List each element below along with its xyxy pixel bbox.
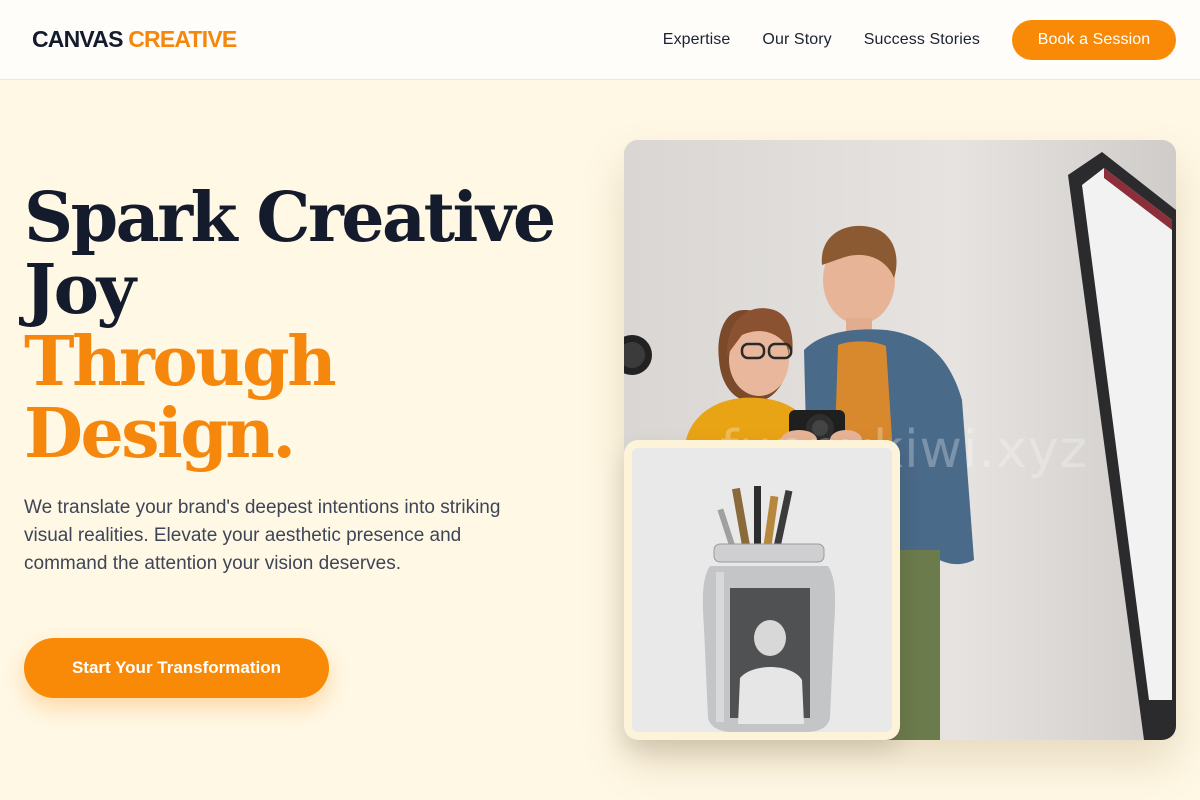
hero-description: We translate your brand's deepest intent… <box>24 497 501 574</box>
brand-name-accent: CREATIVE <box>128 26 237 52</box>
nav-link-expertise[interactable]: Expertise <box>663 31 731 49</box>
top-navbar: CANVAS CREATIVE Expertise Our Story Succ… <box>0 0 1200 80</box>
book-session-button[interactable]: Book a Session <box>1012 19 1176 60</box>
hero-title-accent-1: Through <box>24 322 337 402</box>
brand-logo[interactable]: CANVAS CREATIVE <box>32 26 237 53</box>
nav-link-success-stories[interactable]: Success Stories <box>864 31 980 49</box>
hero-title: Spark Creative Joy Through Design. <box>24 178 556 474</box>
brush-jar-illustration <box>632 448 892 732</box>
brand-name-primary: CANVAS <box>32 26 123 52</box>
start-transformation-button[interactable]: Start Your Transformation <box>24 638 329 698</box>
hero-title-line-2: Joy <box>24 250 136 330</box>
nav-link-our-story[interactable]: Our Story <box>762 31 831 49</box>
hero-title-accent-2: Design. <box>24 394 296 474</box>
main-nav: Expertise Our Story Success Stories Book… <box>663 19 1176 60</box>
inset-photo <box>632 448 892 732</box>
inset-photo-frame <box>624 440 900 740</box>
hero-title-line-1: Spark Creative <box>24 178 556 258</box>
